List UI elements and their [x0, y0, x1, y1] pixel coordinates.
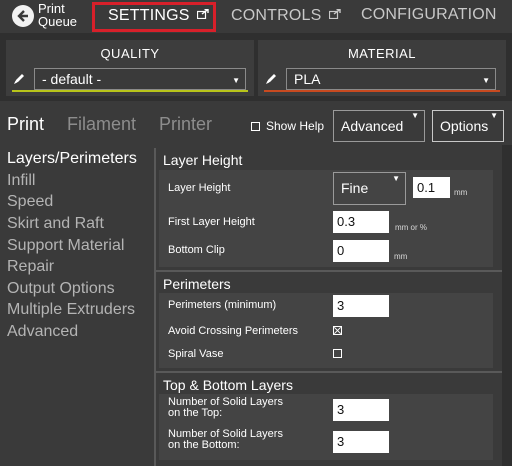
- nav-item-infill[interactable]: Infill: [7, 172, 35, 190]
- tab-controls[interactable]: CONTROLS: [231, 6, 341, 25]
- settings-tab-highlight: [92, 2, 216, 32]
- external-link-icon: [329, 6, 341, 24]
- nav-item-speed[interactable]: Speed: [7, 193, 53, 211]
- first-layer-height-label: First Layer Height: [168, 216, 255, 228]
- nav-item-advanced[interactable]: Advanced: [7, 323, 78, 341]
- show-help-toggle[interactable]: Show Help: [251, 119, 324, 133]
- quality-select-value: - default -: [42, 71, 102, 87]
- options-button[interactable]: Options ▼: [432, 110, 504, 142]
- bottom-clip-label: Bottom Clip: [168, 244, 225, 256]
- solid-layers-bottom-input[interactable]: 3: [333, 431, 389, 453]
- first-layer-height-input[interactable]: 0.3: [333, 211, 389, 233]
- tab-controls-label: CONTROLS: [231, 7, 322, 24]
- chevron-down-icon: ▼: [482, 76, 490, 85]
- pencil-icon[interactable]: [13, 72, 26, 90]
- chevron-down-icon: ▼: [411, 111, 419, 120]
- tab-printer[interactable]: Printer: [159, 114, 212, 135]
- mode-dropdown-value: Advanced: [341, 118, 404, 134]
- tab-configuration[interactable]: CONFIGURATION: [361, 6, 497, 24]
- pencil-icon[interactable]: [265, 72, 278, 90]
- quality-select[interactable]: - default - ▼: [34, 68, 246, 90]
- avoid-crossing-perimeters-label: Avoid Crossing Perimeters: [168, 325, 299, 337]
- nav-item-skirt-and-raft[interactable]: Skirt and Raft: [7, 215, 104, 233]
- solid-layers-top-input[interactable]: 3: [333, 399, 389, 421]
- material-title: MATERIAL: [347, 46, 417, 61]
- material-select[interactable]: PLA ▼: [286, 68, 496, 90]
- preset-bar: QUALITY - default - ▼ MATERIAL PLA ▼: [0, 33, 512, 101]
- bottom-clip-input[interactable]: 0: [333, 240, 389, 262]
- nav-item-layers-perimeters[interactable]: Layers/Perimeters: [7, 150, 137, 168]
- nav-item-repair[interactable]: Repair: [7, 258, 54, 276]
- first-layer-height-unit: mm or %: [395, 223, 427, 232]
- solid-layers-bottom-label-line2: on the Bottom:: [168, 439, 240, 451]
- bottom-clip-unit: mm: [394, 252, 408, 261]
- chevron-down-icon: ▼: [490, 111, 498, 120]
- show-help-label: Show Help: [266, 119, 325, 133]
- layer-height-input[interactable]: 0.1: [413, 177, 450, 198]
- chevron-down-icon: ▼: [392, 174, 400, 183]
- material-preset: MATERIAL PLA ▼: [258, 40, 506, 96]
- section-title-layer-height: Layer Height: [163, 152, 243, 168]
- nav-item-multiple-extruders[interactable]: Multiple Extruders: [7, 301, 135, 319]
- quality-title: QUALITY: [100, 46, 160, 61]
- section-separator: [156, 371, 502, 373]
- spiral-vase-label: Spiral Vase: [168, 348, 224, 360]
- solid-layers-top-label: Number of Solid Layers on the Top:: [168, 397, 283, 419]
- layer-height-preset-value: Fine: [341, 180, 369, 196]
- material-accent-line: [264, 90, 500, 92]
- material-select-value: PLA: [294, 71, 321, 87]
- print-queue-link[interactable]: Print Queue: [38, 2, 88, 28]
- chevron-down-icon: ▼: [232, 76, 240, 85]
- perimeters-minimum-input[interactable]: 3: [333, 295, 389, 317]
- mode-dropdown[interactable]: Advanced ▼: [333, 110, 425, 142]
- solid-layers-top-label-line2: on the Top:: [168, 407, 223, 419]
- tab-filament[interactable]: Filament: [67, 114, 136, 135]
- layer-height-unit: mm: [454, 188, 468, 197]
- nav-item-output-options[interactable]: Output Options: [7, 280, 115, 298]
- back-arrow-icon[interactable]: [12, 5, 34, 27]
- section-title-perimeters: Perimeters: [163, 276, 231, 292]
- perimeters-minimum-label: Perimeters (minimum): [168, 299, 277, 311]
- spiral-vase-checkbox[interactable]: [333, 349, 342, 358]
- avoid-crossing-perimeters-checkbox[interactable]: [333, 326, 342, 335]
- content-scrollbar[interactable]: [502, 145, 512, 466]
- top-nav-bar: Print Queue SETTINGS CONTROLS CONFIGURAT…: [0, 0, 512, 33]
- quality-preset: QUALITY - default - ▼: [6, 40, 254, 96]
- solid-layers-bottom-label: Number of Solid Layers on the Bottom:: [168, 429, 283, 451]
- quality-accent-line: [12, 90, 248, 92]
- section-title-top-bottom-layers: Top & Bottom Layers: [163, 377, 293, 393]
- layer-height-preset-dropdown[interactable]: Fine ▼: [333, 172, 406, 205]
- options-label: Options: [440, 118, 489, 134]
- layer-height-label: Layer Height: [168, 182, 231, 194]
- show-help-checkbox[interactable]: [251, 122, 260, 131]
- section-separator: [156, 270, 502, 272]
- tab-print[interactable]: Print: [7, 114, 44, 135]
- nav-item-support-material[interactable]: Support Material: [7, 237, 124, 255]
